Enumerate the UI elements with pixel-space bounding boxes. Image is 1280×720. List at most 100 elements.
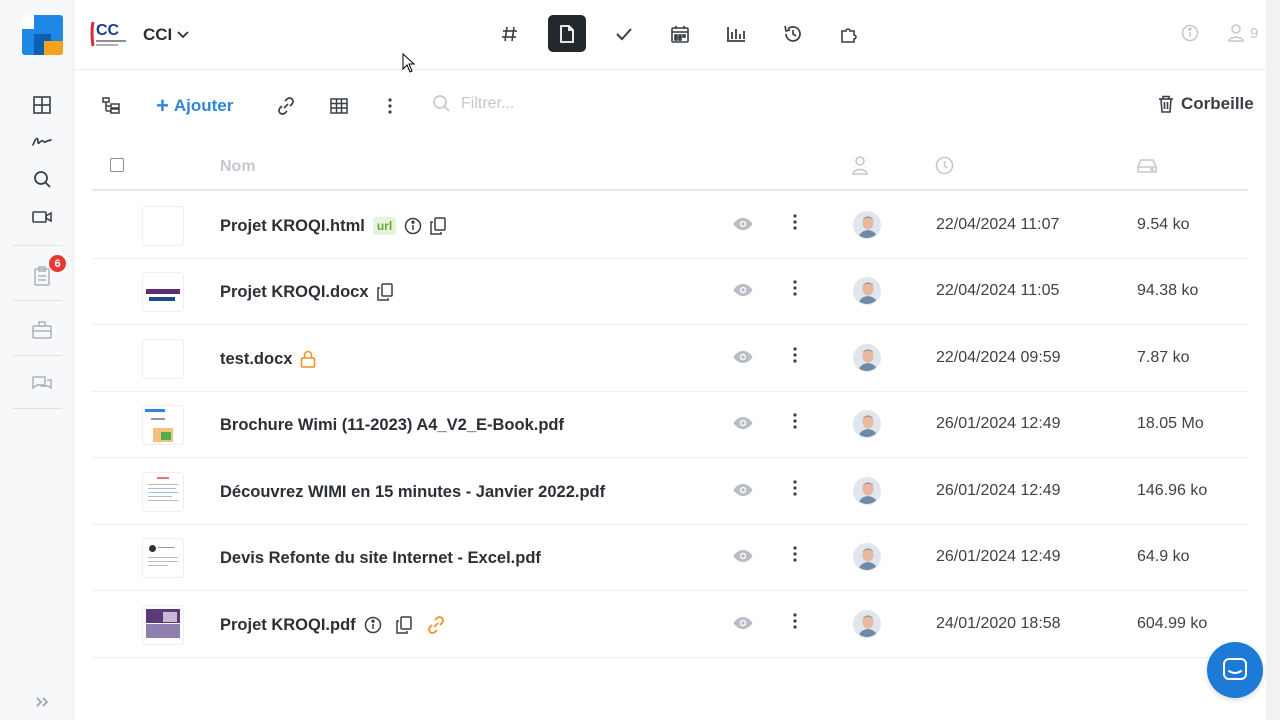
organization-logo[interactable]: CC — [90, 18, 130, 50]
signature-icon[interactable] — [28, 130, 56, 152]
file-size: 64.9 ko — [1137, 548, 1190, 565]
file-thumbnail — [142, 605, 184, 645]
file-name[interactable]: Projet KROQI.docx — [220, 283, 369, 302]
user-icon — [1228, 24, 1244, 42]
members-count: 9 — [1250, 24, 1259, 42]
avatar[interactable] — [853, 211, 881, 239]
stats-icon[interactable] — [717, 15, 755, 52]
file-name[interactable]: Projet KROQI.pdf — [220, 616, 356, 635]
modified-date: 22/04/2024 11:05 — [936, 282, 1060, 299]
org-logo-text: CC — [96, 22, 120, 39]
row-menu-icon[interactable] — [787, 413, 803, 435]
top-header: CC CCI 9 — [74, 0, 1266, 70]
info-icon[interactable] — [404, 217, 422, 235]
trash-button[interactable]: Corbeille — [1158, 94, 1254, 114]
expand-sidebar-icon[interactable] — [31, 692, 53, 712]
preview-eye-icon[interactable] — [733, 416, 753, 435]
file-size: 18.05 Mo — [1137, 415, 1204, 432]
mouse-cursor — [402, 52, 416, 78]
file-name[interactable]: Devis Refonte du site Internet - Excel.p… — [220, 549, 541, 568]
organization-selector[interactable]: CCI — [143, 25, 189, 45]
documents-icon[interactable] — [548, 15, 586, 52]
trash-icon — [1159, 95, 1173, 113]
date-column-icon[interactable] — [935, 156, 954, 180]
app-root: 6 CC CCI 9 + Ajouter Filtrer... Corbeill… — [0, 0, 1280, 720]
history-icon[interactable] — [774, 15, 812, 52]
calendar-icon[interactable] — [661, 15, 699, 52]
table-view-icon[interactable] — [327, 94, 351, 118]
avatar[interactable] — [853, 477, 881, 505]
info-icon[interactable] — [364, 616, 382, 634]
info-icon[interactable] — [1181, 24, 1199, 42]
avatar[interactable] — [853, 543, 881, 571]
table-row[interactable]: Projet KROQI.html url 22/04/2024 11:07 9… — [92, 193, 1248, 259]
link-icon[interactable] — [274, 94, 298, 118]
table-row[interactable]: Brochure Wimi (11-2023) A4_V2_E-Book.pdf… — [92, 392, 1248, 458]
file-name[interactable]: Découvrez WIMI en 15 minutes - Janvier 2… — [220, 483, 605, 502]
left-sidebar: 6 — [0, 0, 74, 720]
preview-eye-icon[interactable] — [733, 217, 753, 236]
dashboard-icon[interactable] — [28, 94, 56, 116]
modified-date: 26/01/2024 12:49 — [936, 415, 1061, 432]
table-row[interactable]: Découvrez WIMI en 15 minutes - Janvier 2… — [92, 459, 1248, 525]
row-menu-icon[interactable] — [787, 214, 803, 236]
select-all-checkbox[interactable] — [110, 158, 124, 172]
modified-date: 26/01/2024 12:49 — [936, 548, 1061, 565]
members-button[interactable]: 9 — [1228, 24, 1258, 42]
file-name[interactable]: test.docx — [220, 350, 292, 369]
avatar[interactable] — [853, 410, 881, 438]
copy-icon[interactable] — [395, 616, 412, 634]
filter-input[interactable] — [461, 94, 661, 113]
row-menu-icon[interactable] — [787, 280, 803, 302]
folder-tree-icon[interactable] — [99, 94, 123, 118]
row-menu-icon[interactable] — [787, 347, 803, 369]
lock-icon[interactable] — [300, 350, 316, 368]
table-row[interactable]: Projet KROQI.pdf 24/01/2020 18:58 604.99… — [92, 592, 1248, 658]
search-icon[interactable] — [28, 168, 56, 190]
apps-icon[interactable] — [830, 15, 868, 52]
file-thumbnail — [142, 405, 184, 445]
table-row[interactable]: test.docx 22/04/2024 09:59 7.87 ko — [92, 326, 1248, 392]
avatar[interactable] — [853, 277, 881, 305]
page-scrollbar[interactable] — [1266, 0, 1280, 720]
preview-eye-icon[interactable] — [733, 350, 753, 369]
preview-eye-icon[interactable] — [733, 616, 753, 635]
shared-link-icon[interactable] — [426, 615, 446, 635]
table-header: Nom — [92, 145, 1248, 191]
table-row[interactable]: Devis Refonte du site Internet - Excel.p… — [92, 525, 1248, 591]
row-menu-icon[interactable] — [787, 613, 803, 635]
preview-eye-icon[interactable] — [733, 283, 753, 302]
copy-icon[interactable] — [376, 283, 393, 301]
briefcase-icon[interactable] — [28, 319, 56, 341]
file-size: 94.38 ko — [1137, 282, 1199, 299]
file-size: 604.99 ko — [1137, 615, 1208, 632]
table-row[interactable]: Projet KROQI.docx 22/04/2024 11:05 94.38… — [92, 259, 1248, 325]
check-icon[interactable] — [605, 15, 643, 52]
avatar[interactable] — [853, 344, 881, 372]
add-button[interactable]: + Ajouter — [156, 94, 233, 118]
column-name-header[interactable]: Nom — [220, 158, 256, 176]
chevron-down-icon — [177, 31, 189, 39]
file-name[interactable]: Brochure Wimi (11-2023) A4_V2_E-Book.pdf — [220, 416, 564, 435]
avatar[interactable] — [853, 610, 881, 638]
copy-icon[interactable] — [430, 217, 446, 235]
add-button-label: Ajouter — [173, 96, 234, 115]
owner-column-icon[interactable] — [852, 156, 868, 180]
chat-icon[interactable] — [28, 372, 56, 394]
file-name[interactable]: Projet KROQI.html — [220, 217, 365, 236]
hashtag-icon[interactable] — [491, 15, 529, 52]
file-thumbnail — [142, 538, 184, 578]
file-thumbnail — [142, 272, 184, 312]
app-logo[interactable] — [22, 15, 63, 55]
size-column-icon[interactable] — [1137, 158, 1157, 178]
row-menu-icon[interactable] — [787, 546, 803, 568]
support-chat-button[interactable] — [1207, 642, 1263, 698]
row-menu-icon[interactable] — [787, 480, 803, 502]
more-options-icon[interactable] — [378, 94, 402, 118]
file-size: 9.54 ko — [1137, 216, 1190, 233]
video-icon[interactable] — [28, 206, 56, 228]
notification-badge: 6 — [49, 255, 66, 272]
organization-name: CCI — [143, 25, 173, 44]
preview-eye-icon[interactable] — [733, 483, 753, 502]
preview-eye-icon[interactable] — [733, 549, 753, 568]
